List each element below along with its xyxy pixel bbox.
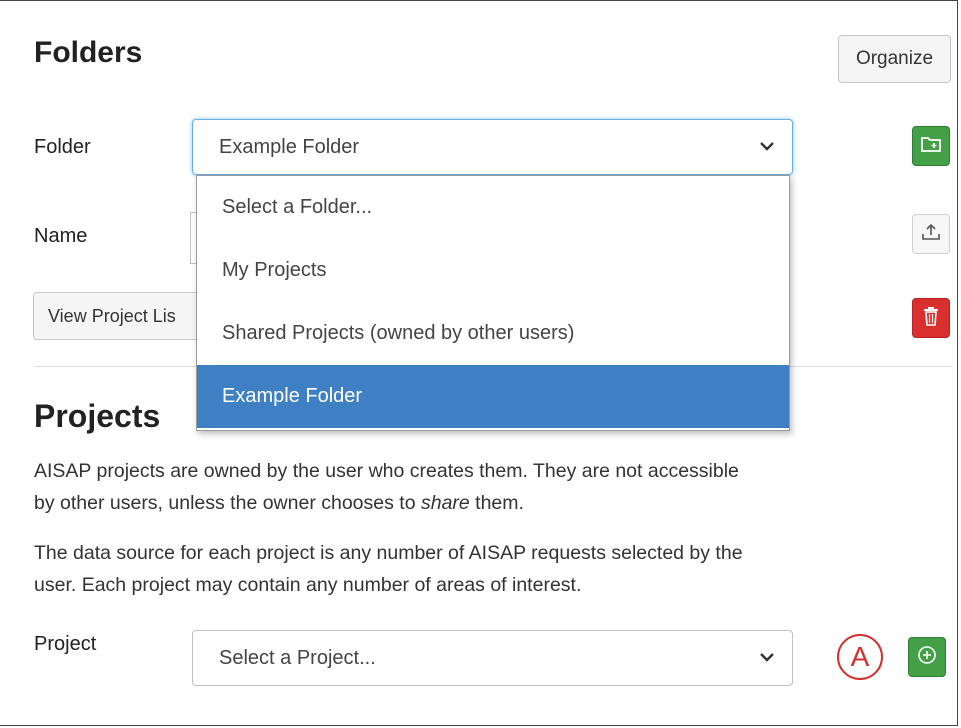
add-project-button[interactable] (908, 637, 946, 677)
projects-description-2: The data source for each project is any … (34, 537, 954, 601)
project-label: Project (34, 633, 97, 655)
folder-label: Folder (34, 136, 91, 158)
projects-heading: Projects (34, 398, 161, 434)
view-project-list-button[interactable]: View Project Lis (33, 292, 208, 340)
folder-option[interactable]: Select a Folder... (197, 176, 789, 239)
chevron-down-icon (760, 649, 774, 667)
folder-dropdown-list: Select a Folder... My Projects Shared Pr… (196, 175, 790, 431)
description-text: AISAP projects are owned by the user who… (34, 460, 739, 482)
folder-select[interactable]: Example Folder (192, 119, 793, 175)
description-text: user. Each project may contain any numbe… (34, 574, 582, 596)
trash-icon (923, 306, 939, 331)
organize-button[interactable]: Organize (838, 35, 951, 83)
description-text: by other users, unless the owner chooses… (34, 492, 421, 514)
share-emphasis: share (420, 492, 470, 514)
folders-heading: Folders (34, 36, 143, 69)
project-select-placeholder: Select a Project... (219, 646, 376, 669)
description-text: The data source for each project is any … (34, 542, 743, 564)
name-label: Name (34, 225, 88, 247)
description-text: them. (469, 492, 524, 514)
plus-circle-icon (917, 645, 937, 670)
chevron-down-icon (760, 138, 774, 156)
callout-a-marker: A (837, 634, 883, 680)
folder-option[interactable]: My Projects (197, 239, 789, 302)
project-select[interactable]: Select a Project... (192, 630, 793, 686)
upload-icon (921, 223, 941, 246)
projects-description-1: AISAP projects are owned by the user who… (34, 455, 954, 519)
new-folder-button[interactable] (912, 126, 950, 166)
delete-folder-button[interactable] (912, 298, 950, 338)
folder-option[interactable]: Shared Projects (owned by other users) (197, 302, 789, 365)
upload-button[interactable] (912, 214, 950, 254)
folder-plus-icon (920, 135, 942, 158)
folder-select-value: Example Folder (219, 135, 360, 158)
folder-option-selected[interactable]: Example Folder (197, 365, 789, 428)
